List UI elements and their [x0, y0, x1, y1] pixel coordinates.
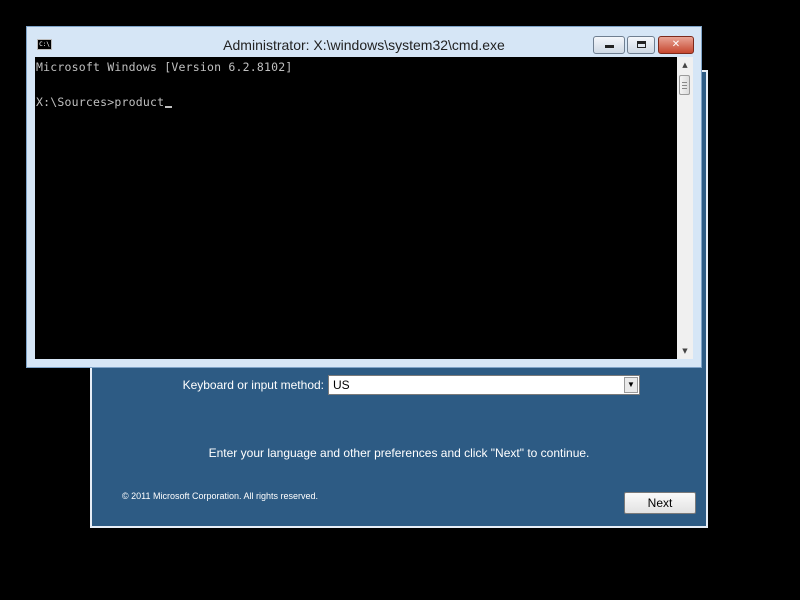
- keyboard-select[interactable]: US ▼: [328, 375, 640, 395]
- chevron-down-icon[interactable]: ▼: [624, 377, 638, 393]
- scroll-up-icon[interactable]: ▲: [677, 57, 693, 73]
- minimize-icon: [604, 45, 614, 48]
- copyright-text: © 2011 Microsoft Corporation. All rights…: [122, 491, 319, 501]
- grip-line: [682, 82, 687, 83]
- keyboard-label: Keyboard or input method:: [182, 378, 324, 392]
- cmd-window: C:\ Administrator: X:\windows\system32\c…: [26, 26, 702, 368]
- vertical-scrollbar[interactable]: ▲ ▼: [677, 57, 693, 359]
- close-icon: ✕: [671, 39, 681, 50]
- console-line-prompt: X:\Sources>product: [36, 95, 173, 109]
- maximize-button[interactable]: [627, 36, 655, 54]
- grip-line: [682, 88, 687, 89]
- text-cursor: [165, 106, 173, 108]
- instructions-text: Enter your language and other preference…: [208, 446, 590, 460]
- console-area[interactable]: Microsoft Windows [Version 6.2.8102] X:\…: [35, 57, 677, 359]
- grip-line: [682, 85, 687, 86]
- scroll-down-icon[interactable]: ▼: [677, 343, 693, 359]
- keyboard-select-value: US: [333, 378, 350, 392]
- scrollbar-thumb[interactable]: [679, 75, 690, 95]
- console-prompt-text: X:\Sources>product: [36, 95, 165, 109]
- next-button[interactable]: Next: [624, 492, 696, 514]
- close-button[interactable]: ✕: [658, 36, 694, 54]
- keyboard-row: Keyboard or input method: US ▼: [178, 374, 640, 396]
- cmd-title-bar[interactable]: C:\ Administrator: X:\windows\system32\c…: [27, 27, 701, 57]
- console-line-version: Microsoft Windows [Version 6.2.8102]: [36, 60, 293, 74]
- maximize-icon: [636, 41, 646, 48]
- minimize-button[interactable]: [593, 36, 625, 54]
